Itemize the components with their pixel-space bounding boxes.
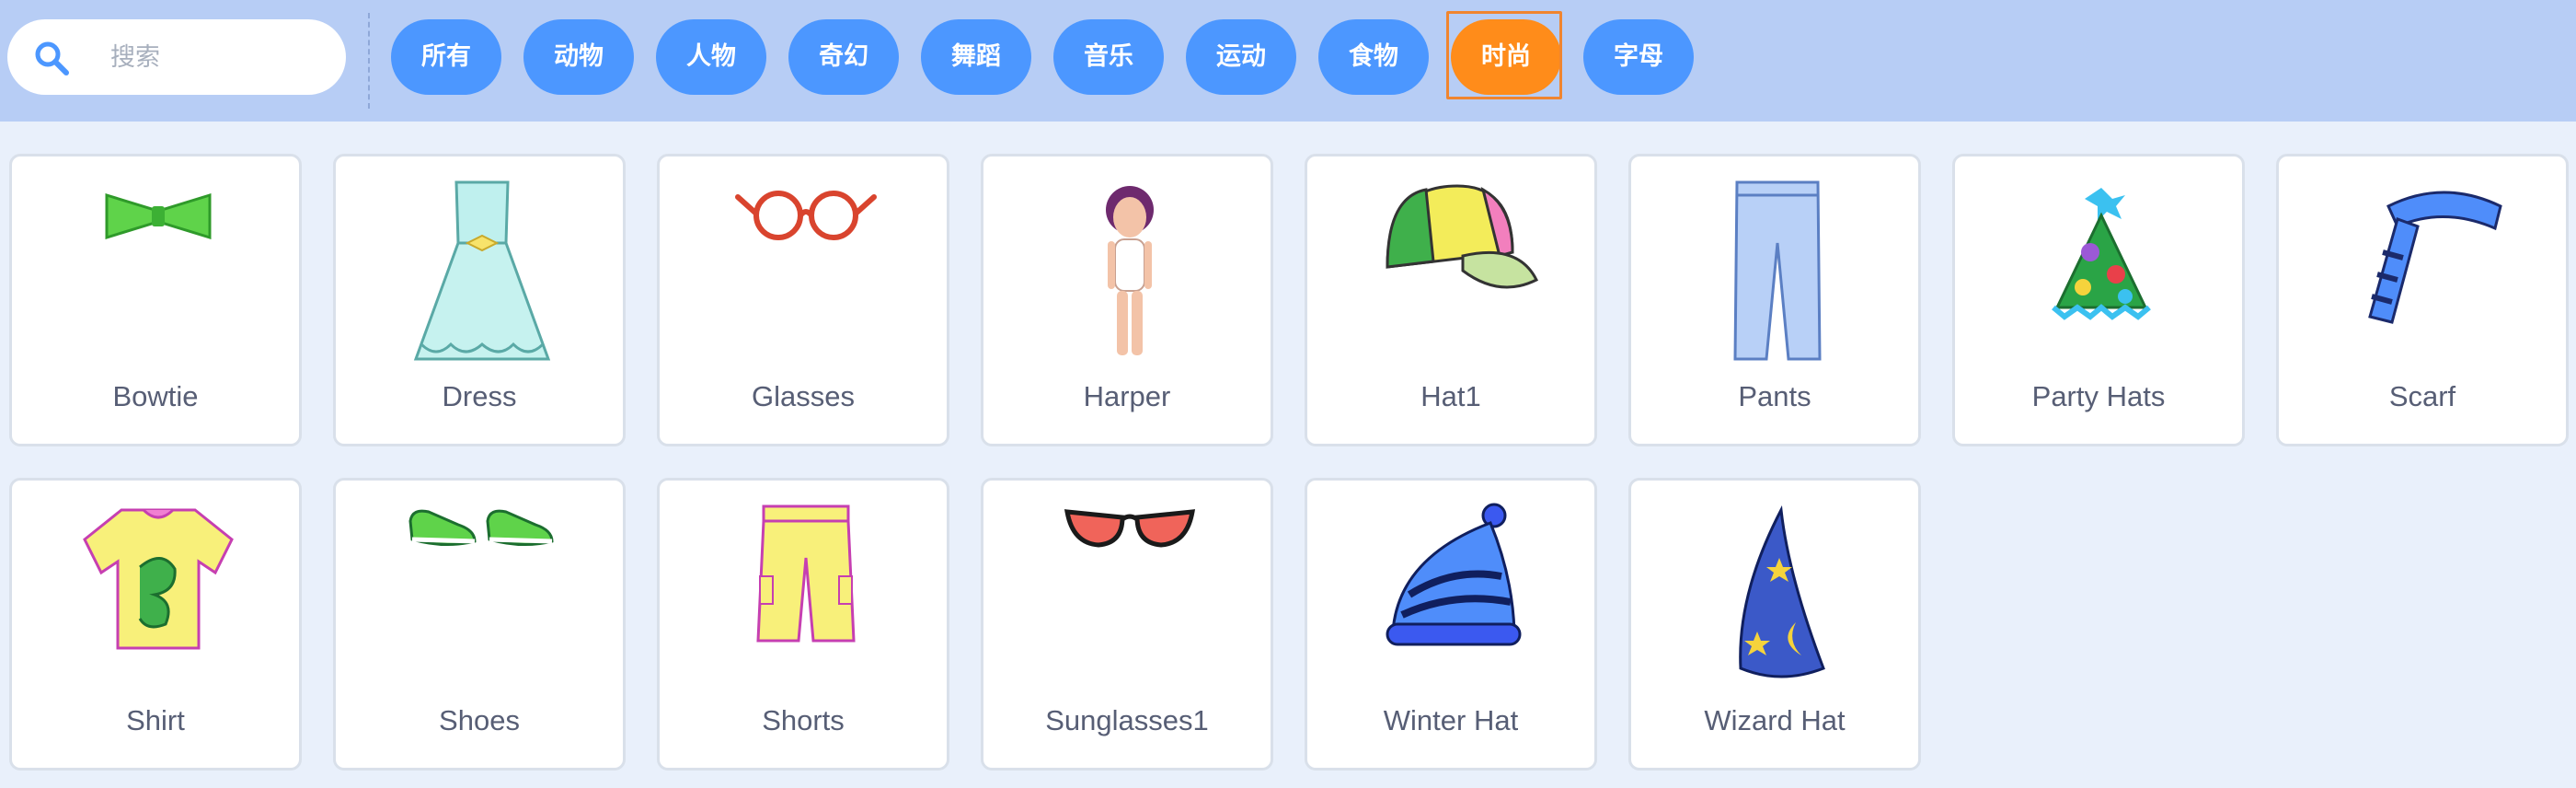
toolbar-divider (368, 13, 370, 109)
sprite-tile-scarf[interactable]: Scarf (2276, 154, 2569, 446)
cap-icon (1386, 184, 1539, 289)
search-icon (35, 41, 69, 75)
sprite-name: Wizard Hat (1704, 704, 1846, 736)
sprite-name: Harper (1083, 380, 1171, 412)
sprite-name: Glasses (752, 380, 855, 412)
bowtie-icon (105, 192, 212, 240)
category-all[interactable]: 所有 (391, 19, 501, 95)
sprite-tile-pants[interactable]: Pants (1628, 154, 1921, 446)
sprite-name: Shorts (762, 704, 845, 736)
shorts-icon (756, 504, 856, 643)
sprite-name: Pants (1738, 380, 1811, 412)
dress-icon (413, 180, 551, 361)
pants-icon (1733, 180, 1822, 361)
category-toolbar: 搜索 所有 动物 人物 奇幻 舞蹈 音乐 运动 食物 时尚 字母 (0, 0, 2576, 122)
sprite-tile-harper[interactable]: Harper (981, 154, 1273, 446)
winter-hat-icon (1386, 503, 1522, 646)
sprite-name: Winter Hat (1383, 704, 1519, 736)
sprite-name: Sunglasses1 (1045, 704, 1209, 736)
sprite-name: Shirt (126, 704, 185, 736)
search-placeholder: 搜索 (110, 43, 160, 71)
sprite-tile-dress[interactable]: Dress (333, 154, 626, 446)
sprite-name: Dress (442, 380, 517, 412)
sprite-tile-shorts[interactable]: Shorts (657, 478, 949, 771)
search-input[interactable]: 搜索 (7, 19, 346, 95)
sunglasses-icon (1064, 509, 1196, 548)
shirt-icon (83, 508, 234, 650)
sprite-name: Scarf (2388, 380, 2456, 412)
category-people[interactable]: 人物 (656, 19, 766, 95)
scarf-icon (2368, 191, 2502, 324)
glasses-icon (735, 191, 877, 240)
sprite-tile-party-hats[interactable]: Party Hats (1952, 154, 2245, 446)
sprite-name: Party Hats (2031, 380, 2166, 412)
selected-category-highlight (1446, 11, 1562, 99)
sprite-name: Bowtie (112, 380, 199, 412)
shoes-icon (408, 509, 554, 547)
sprite-name: Hat1 (1420, 380, 1481, 412)
category-animals[interactable]: 动物 (523, 19, 634, 95)
category-fantasy[interactable]: 奇幻 (788, 19, 899, 95)
wizard-hat-icon (1739, 504, 1825, 678)
sprite-tile-hat1[interactable]: Hat1 (1305, 154, 1597, 446)
sprite-tile-sunglasses1[interactable]: Sunglasses1 (981, 478, 1273, 771)
sprite-tile-shirt[interactable]: Shirt (9, 478, 302, 771)
sprite-tile-glasses[interactable]: Glasses (657, 154, 949, 446)
harper-icon (1106, 186, 1154, 355)
category-dance[interactable]: 舞蹈 (921, 19, 1031, 95)
sprite-tile-winter-hat[interactable]: Winter Hat (1305, 478, 1597, 771)
party-hat-icon (2052, 188, 2151, 320)
category-music[interactable]: 音乐 (1053, 19, 1164, 95)
category-sports[interactable]: 运动 (1186, 19, 1296, 95)
category-food[interactable]: 食物 (1318, 19, 1429, 95)
category-letters[interactable]: 字母 (1583, 19, 1694, 95)
sprite-tile-bowtie[interactable]: Bowtie (9, 154, 302, 446)
sprite-name: Shoes (439, 704, 520, 736)
sprite-tile-shoes[interactable]: Shoes (333, 478, 626, 771)
sprite-tile-wizard-hat[interactable]: Wizard Hat (1628, 478, 1921, 771)
